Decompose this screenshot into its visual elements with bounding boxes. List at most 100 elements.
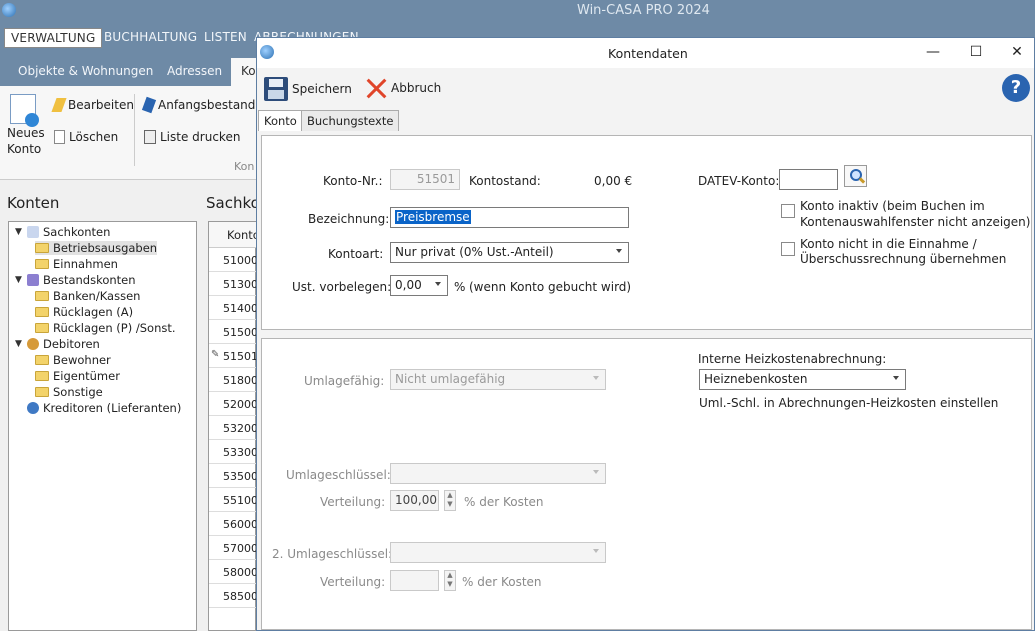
minimize-icon[interactable]: — [923,44,943,60]
anfangsbestand-label: Anfangsbestand [158,98,256,112]
umlageschluessel-select[interactable] [390,463,606,484]
grid-row[interactable]: 55100 [209,488,258,512]
cancel-label: Abbruch [391,81,442,95]
tab-konto[interactable]: Konto [258,110,303,131]
tree-expander-icon[interactable]: ▼ [15,227,23,237]
grid-row[interactable]: 58000 [209,560,258,584]
tree-item[interactable]: ▼ Sachkonten [15,225,110,239]
grid-row[interactable]: ✎ 51501 [209,344,258,368]
menu-verwaltung[interactable]: VERWALTUNG [4,28,103,48]
help-icon[interactable]: ? [1002,74,1030,102]
ust-select[interactable]: 0,00 [390,275,448,296]
chevron-down-icon [435,282,441,286]
umlageschluessel-2-select[interactable] [390,542,606,563]
tree-item[interactable]: Betriebsausgaben [35,241,158,255]
tree-item[interactable]: Kreditoren (Lieferanten) [15,401,181,415]
datev-field[interactable] [779,169,838,190]
tree-item[interactable]: ▼ Bestandskonten [15,273,136,287]
edit-row-icon: ✎ [211,349,220,360]
grid-cell-konto: 51400 [223,302,258,315]
verteilung-2-spinner[interactable]: ▲ ▼ [444,570,456,591]
konto-inaktiv-checkbox[interactable] [781,204,795,218]
tree-item[interactable]: Rücklagen (A) [35,305,133,319]
ueberschuss-checkbox[interactable] [781,242,795,256]
ust-value: 0,00 [395,278,422,292]
neues-label[interactable]: Neues [7,126,45,140]
konto-panel: Konto-Nr.: 51501 Kontostand: 0,00 € DATE… [261,135,1032,330]
grid-cell-konto: 51800 [223,374,258,387]
grid-row[interactable]: 51300 [209,272,258,296]
tree-item-label: Bestandskonten [43,273,136,287]
delete-icon [54,130,65,144]
grid-row[interactable]: 53500 [209,464,258,488]
grid-header[interactable]: Konto [209,222,260,248]
tab-buchungstexte[interactable]: Buchungstexte [301,110,400,131]
account-tree[interactable]: ▼ Sachkonten Betriebsausgaben Einnahmen ▼ Bes… [8,221,197,631]
verteilung-spinner[interactable]: ▲ ▼ [444,490,456,511]
tree-item[interactable]: Rücklagen (P) /Sonst. [35,321,176,335]
dialog-title-bar: Kontendaten — ☐ ✕ [257,38,1034,68]
konto-nr-field[interactable]: 51501 [390,169,460,190]
grid-row[interactable]: 53300 [209,440,258,464]
print-icon [144,130,156,144]
umlageschluessel-2-label: 2. Umlageschlüssel: [272,547,393,561]
close-icon[interactable]: ✕ [1007,44,1027,60]
folder-icon [35,387,49,397]
delete-button[interactable]: Löschen [54,130,118,144]
book-icon [141,96,157,114]
grid-row[interactable]: 51400 [209,296,258,320]
tree-item-label: Betriebsausgaben [53,241,158,255]
dialog-logo-icon [260,45,274,59]
kontoart-select[interactable]: Nur privat (0% Ust.-Anteil) [390,242,629,263]
tree-expander-icon[interactable]: ▼ [15,275,23,285]
tree-expander-icon[interactable]: ▼ [15,339,23,349]
edit-button[interactable]: Bearbeiten [51,98,134,112]
cancel-button[interactable]: Abbruch [365,77,441,99]
grid-row[interactable]: 56000 [209,512,258,536]
tree-item[interactable]: Bewohner [35,353,111,367]
umlagefaehig-select[interactable]: Nicht umlagefähig [390,369,606,390]
chevron-down-icon [893,376,899,380]
konten-title: Konten [7,194,60,212]
print-list-button[interactable]: Liste drucken [144,130,240,144]
maximize-icon[interactable]: ☐ [966,44,986,60]
sachkonten-title: Sachko [206,194,260,212]
tree-item[interactable]: ▼ Debitoren [15,337,100,351]
grid-row[interactable]: 52000 [209,392,258,416]
dialog-tabs: Konto Buchungstexte [257,110,1034,131]
tree-item[interactable]: Sonstige [35,385,103,399]
grid-row[interactable]: 51000 [209,248,258,272]
anfangsbestand-button[interactable]: Anfangsbestand [141,96,256,114]
menu-listen[interactable]: LISTEN [204,30,247,44]
tab-objekte-wohnungen[interactable]: Objekte & Wohnungen [18,64,153,78]
umlagefaehig-value: Nicht umlagefähig [395,372,506,386]
bezeichnung-field[interactable]: Preisbremse [390,207,629,228]
grid-row[interactable]: 57000 [209,536,258,560]
grid-row[interactable]: 51500 [209,320,258,344]
grid-row[interactable]: 51800 [209,368,258,392]
save-button[interactable]: Speichern [264,77,352,101]
ueberschuss-label-1: Konto nicht in die Einnahme / [800,237,977,251]
grid-row[interactable]: 53200 [209,416,258,440]
tree-item[interactable]: Banken/Kassen [35,289,140,303]
tree-item[interactable]: Eigentümer [35,369,120,383]
tab-adressen[interactable]: Adressen [167,64,222,78]
save-disk-icon [264,77,288,101]
ueberschuss-label-2: Überschussrechnung übernehmen [800,252,1007,266]
heizkosten-hint: Uml.-Schl. in Abrechnungen-Heizkosten ei… [699,396,999,410]
menu-buchhaltung[interactable]: BUCHHALTUNG [104,30,197,44]
ust-label: Ust. vorbelegen: [292,280,392,294]
grid-row[interactable]: 58500 [209,584,258,608]
tree-item[interactable]: Einnahmen [35,257,118,271]
folder-icon [35,243,49,253]
verteilung-field[interactable]: 100,00 [390,490,439,511]
ribbon-separator [134,94,135,166]
account-grid[interactable]: Konto 51000 51300 51400 51500 ✎ 51501 51800 520… [208,221,260,631]
verteilung-label: Verteilung: [320,495,386,509]
datev-search-icon[interactable] [844,165,867,187]
konto-label[interactable]: Konto [7,142,41,156]
verteilung-2-field[interactable] [390,570,439,591]
heizkosten-select[interactable]: Heiznebenkosten [699,369,906,390]
umlageschluessel-label: Umlageschlüssel: [286,468,391,482]
tree-item-label: Einnahmen [53,257,118,271]
